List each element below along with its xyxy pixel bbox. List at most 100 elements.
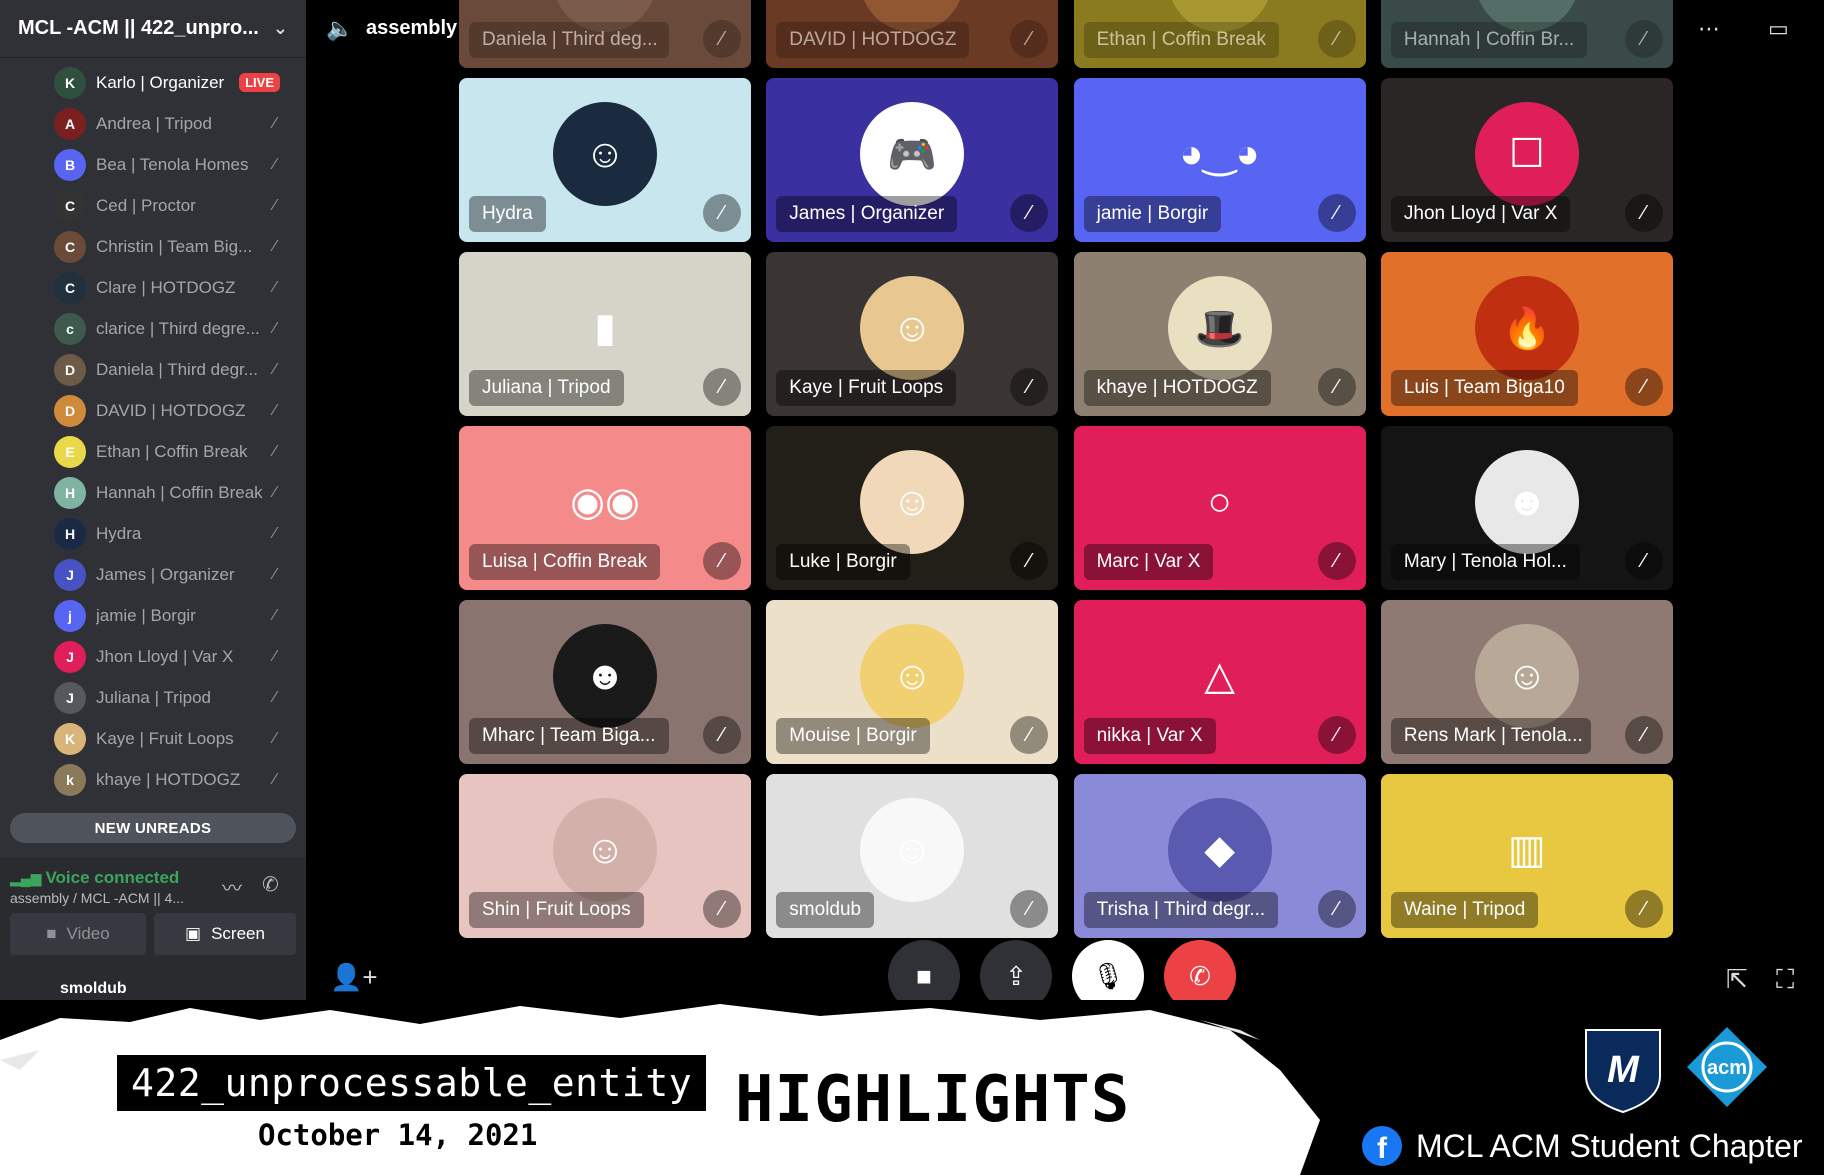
popout-icon[interactable]: ⇱ xyxy=(1726,964,1748,995)
member-name: Karlo | Organizer xyxy=(96,72,225,92)
avatar: H xyxy=(54,517,86,550)
screen-label: Screen xyxy=(211,924,265,943)
camera-toggle-button[interactable]: ■ xyxy=(888,940,960,1000)
video-tile[interactable]: ☺ Hydra ⁄ xyxy=(459,78,751,242)
mic-muted-icon: ⁄ xyxy=(1624,194,1663,232)
disconnect-icon[interactable]: ✆ xyxy=(262,872,279,897)
avatar: B xyxy=(54,148,86,181)
video-tile[interactable]: ☻ Mharc | Team Biga... ⁄ xyxy=(459,600,751,764)
video-tile[interactable]: △ nikka | Var X ⁄ xyxy=(1073,600,1366,764)
avatar: J xyxy=(54,681,86,714)
invite-icon[interactable]: 👤+ xyxy=(330,962,378,993)
participant-avatar: ☺ xyxy=(860,624,965,728)
video-tile[interactable]: EEthan | Coffin Break⁄ xyxy=(1073,0,1366,68)
discord-window: MCL -ACM || 422_unpro... ⌄ K Karlo | Orga… xyxy=(0,0,1824,1000)
voice-status[interactable]: ▂▄▆ Voice connected xyxy=(10,868,179,888)
video-tile[interactable]: 🎮 James | Organizer ⁄ xyxy=(766,78,1059,242)
server-header[interactable]: MCL -ACM || 422_unpro... ⌄ xyxy=(0,0,306,57)
video-tile[interactable]: ☺ Luke | Borgir ⁄ xyxy=(766,426,1059,590)
video-tile[interactable]: ◆ Trisha | Third degr... ⁄ xyxy=(1073,774,1366,938)
hangup-button[interactable]: ✆ xyxy=(1164,940,1236,1000)
voice-member[interactable]: C Christin | Team Big... ⁄ xyxy=(0,226,306,267)
mute-button[interactable]: 🎙 xyxy=(1072,940,1144,1000)
voice-member[interactable]: B Bea | Tenola Homes ⁄ xyxy=(0,144,306,185)
member-name: Hannah | Coffin Break xyxy=(96,482,263,502)
mic-muted-icon: ⁄ xyxy=(1010,716,1049,754)
video-tile[interactable]: ☺ smoldub ⁄ xyxy=(766,774,1059,938)
video-tile[interactable]: ◉◉ Luisa | Coffin Break ⁄ xyxy=(459,426,751,590)
voice-member[interactable]: C Ced | Proctor ⁄ xyxy=(0,185,306,226)
participant-avatar: ○ xyxy=(1167,450,1272,554)
participant-name: Kaye | Fruit Loops xyxy=(776,370,957,406)
voice-member[interactable]: H Hydra ⁄ xyxy=(0,513,306,554)
voice-member[interactable]: E Ethan | Coffin Break ⁄ xyxy=(0,431,306,472)
member-name: Ethan | Coffin Break xyxy=(96,441,248,461)
video-tile[interactable]: DDAVID | HOTDOGZ⁄ xyxy=(766,0,1059,68)
video-tile[interactable]: ☺ Rens Mark | Tenola... ⁄ xyxy=(1380,600,1673,764)
user-panel[interactable]: smoldub xyxy=(0,968,306,1000)
mic-muted-icon: ⁄ xyxy=(1624,20,1663,58)
participant-avatar: 🔥 xyxy=(1474,276,1579,380)
voice-member[interactable]: c clarice | Third degre... ⁄ xyxy=(0,308,306,349)
video-tile[interactable]: ☺ Shin | Fruit Loops ⁄ xyxy=(459,774,751,938)
video-tile[interactable]: 🔥 Luis | Team Biga10 ⁄ xyxy=(1380,252,1673,416)
video-tile[interactable]: ☺ Mouise | Borgir ⁄ xyxy=(766,600,1059,764)
voice-member[interactable]: H Hannah | Coffin Break ⁄ xyxy=(0,472,306,513)
video-tile[interactable]: ○ Marc | Var X ⁄ xyxy=(1073,426,1366,590)
video-tile[interactable]: ◕‿◕ jamie | Borgir ⁄ xyxy=(1073,78,1366,242)
avatar: k xyxy=(54,763,86,796)
video-tile[interactable]: ▮ Juliana | Tripod ⁄ xyxy=(459,252,751,416)
member-name: jamie | Borgir xyxy=(96,605,196,625)
voice-location[interactable]: assembly / MCL -ACM || 4... xyxy=(10,890,184,906)
mic-muted-icon: ⁄ xyxy=(273,196,277,214)
avatar: D xyxy=(54,353,86,386)
share-screen-button[interactable]: ⇪ xyxy=(980,940,1052,1000)
participant-name: Marc | Var X xyxy=(1083,544,1214,580)
mic-muted-icon: ⁄ xyxy=(1317,542,1356,580)
video-tile[interactable]: ▥ Waine | Tripod ⁄ xyxy=(1380,774,1673,938)
member-name: Hydra xyxy=(96,523,142,543)
mcl-logo: M xyxy=(1585,1029,1661,1114)
mic-muted-icon: ⁄ xyxy=(273,278,277,296)
video-tile[interactable]: ☻ Mary | Tenola Hol... ⁄ xyxy=(1380,426,1673,590)
channel-name: assembly xyxy=(366,17,458,39)
participant-name: nikka | Var X xyxy=(1083,718,1216,754)
inbox-icon[interactable]: ▭ xyxy=(1768,16,1789,42)
video-tile[interactable]: ☐ Jhon Lloyd | Var X ⁄ xyxy=(1380,78,1673,242)
fullscreen-icon[interactable]: ⛶ xyxy=(1776,964,1794,996)
voice-member[interactable]: K Karlo | Organizer LIVE xyxy=(0,62,306,103)
participant-avatar: △ xyxy=(1167,624,1272,728)
sidebar: MCL -ACM || 422_unpro... ⌄ K Karlo | Orga… xyxy=(0,0,306,1000)
participant-avatar: ◕‿◕ xyxy=(1167,102,1272,206)
voice-member[interactable]: A Andrea | Tripod ⁄ xyxy=(0,103,306,144)
voice-member[interactable]: J Jhon Lloyd | Var X ⁄ xyxy=(0,636,306,677)
video-tile[interactable]: ☺ Kaye | Fruit Loops ⁄ xyxy=(766,252,1059,416)
video-tile[interactable]: HHannah | Coffin Br...⁄ xyxy=(1380,0,1673,68)
video-tile[interactable]: 🎩 khaye | HOTDOGZ ⁄ xyxy=(1073,252,1366,416)
new-unreads-button[interactable]: NEW UNREADS xyxy=(10,813,296,843)
mic-muted-icon: ⁄ xyxy=(273,729,277,747)
voice-member[interactable]: J James | Organizer ⁄ xyxy=(0,554,306,595)
participant-name: Mharc | Team Biga... xyxy=(469,718,669,754)
participant-avatar: ◆ xyxy=(1167,798,1272,902)
voice-member[interactable]: D DAVID | HOTDOGZ ⁄ xyxy=(0,390,306,431)
voice-member[interactable]: K Kaye | Fruit Loops ⁄ xyxy=(0,718,306,759)
mcl-logo-letter: M xyxy=(1607,1049,1640,1091)
member-name: Ced | Proctor xyxy=(96,195,196,215)
screen-button[interactable]: ▣ Screen xyxy=(154,913,296,955)
participant-name: Hydra xyxy=(469,196,546,232)
mic-muted-icon: ⁄ xyxy=(703,890,741,928)
video-tile[interactable]: DDaniela | Third deg...⁄ xyxy=(459,0,751,68)
voice-member[interactable]: D Daniela | Third degr... ⁄ xyxy=(0,349,306,390)
noise-suppression-icon[interactable]: 〰 xyxy=(222,872,242,901)
more-icon[interactable]: ⋯ xyxy=(1698,16,1720,42)
mic-muted-icon: ⁄ xyxy=(1010,194,1049,232)
voice-member[interactable]: C Clare | HOTDOGZ ⁄ xyxy=(0,267,306,308)
voice-member[interactable]: k khaye | HOTDOGZ ⁄ xyxy=(0,759,306,800)
video-button[interactable]: ■ Video xyxy=(10,913,146,955)
voice-member[interactable]: j jamie | Borgir ⁄ xyxy=(0,595,306,636)
mic-muted-icon: ⁄ xyxy=(1317,368,1356,406)
chevron-down-icon[interactable]: ⌄ xyxy=(273,18,288,39)
avatar: C xyxy=(54,189,86,222)
voice-member[interactable]: J Juliana | Tripod ⁄ xyxy=(0,677,306,718)
